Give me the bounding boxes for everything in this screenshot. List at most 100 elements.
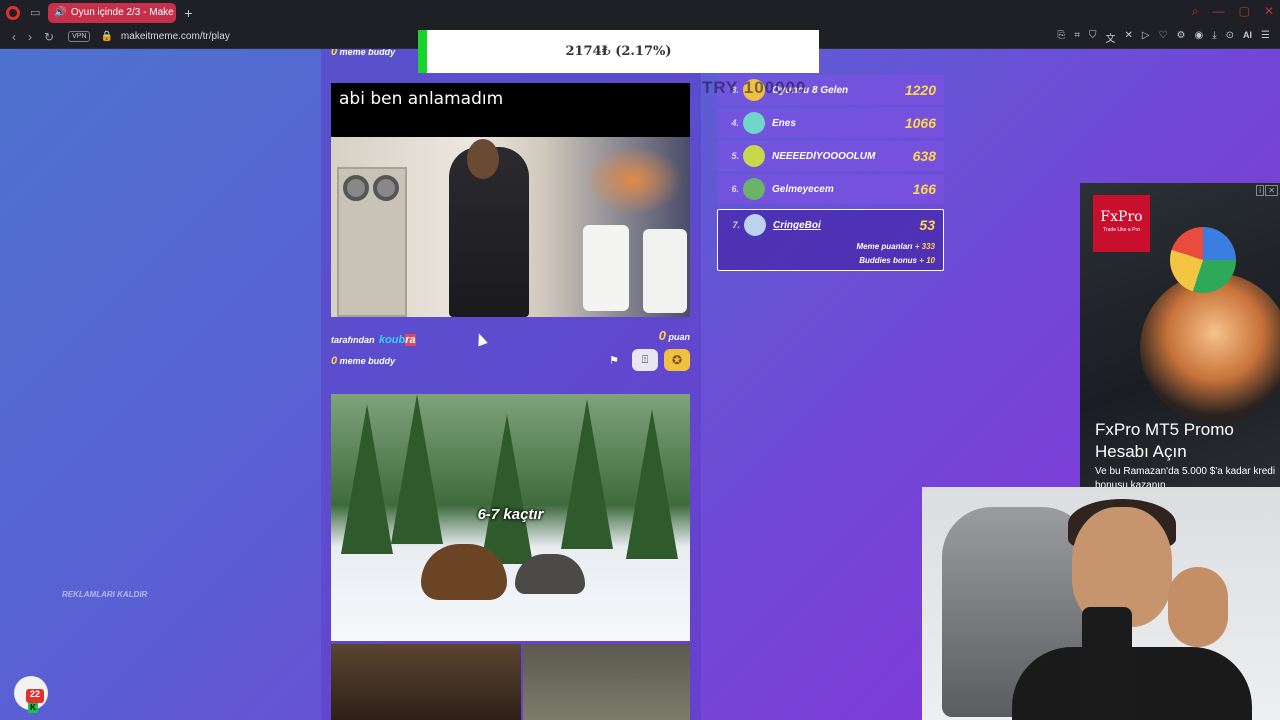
advertisement[interactable]: FxPro Trade Like a Pro i ✕ FxPro MT5 Pro…	[1080, 183, 1280, 487]
buddies-label: Buddies bonus	[859, 256, 917, 265]
lock-icon[interactable]: 🔒	[100, 31, 112, 42]
window-controls: ⌕ — ▢ ✕	[1192, 4, 1274, 19]
ad-logo-text: FxPro	[1100, 209, 1143, 225]
meme-1-meta: tarafından koubra 0 puan	[331, 328, 690, 346]
translate-icon[interactable]: 文	[1105, 30, 1115, 45]
user-avatar	[743, 145, 765, 167]
leaderboard-row: 4. Enes 1066	[717, 108, 944, 138]
close-small-icon[interactable]: ✕	[1124, 30, 1132, 45]
meme-card-3-left[interactable]	[331, 644, 521, 720]
snapshot-icon[interactable]: ⌗	[1074, 30, 1080, 45]
leaderboard-row: 6. Gelmeyecem 166	[717, 174, 944, 204]
new-tab-button[interactable]: +	[184, 5, 192, 21]
scene-head	[467, 139, 499, 179]
buddy-label: meme buddy	[339, 356, 396, 366]
tab-list-icon[interactable]: ▭	[30, 6, 40, 19]
extension-toolbar: ⎘ ⌗ ⛉ 文 ✕ ▷ ♡ ⚙ ◉ ⤓ ⊙ AI ☰	[1057, 30, 1270, 45]
remove-ads-link[interactable]: REKLAMLARI KALDIR	[62, 590, 147, 599]
star-icon: ✪	[671, 353, 683, 367]
forward-icon[interactable]: ›	[28, 30, 32, 44]
user-avatar	[743, 112, 765, 134]
heart-icon[interactable]: ♡	[1159, 30, 1168, 45]
ad-title: FxPro MT5 Promo Hesabı Açın	[1095, 420, 1234, 461]
lb-rank: 4.	[731, 118, 739, 128]
scene-wolf	[515, 554, 585, 594]
scene-chair	[583, 225, 629, 311]
ad-pie-image	[1170, 227, 1236, 293]
opera-logo-icon[interactable]	[6, 5, 20, 20]
url-field[interactable]: makeitmeme.com/tr/play	[121, 31, 230, 42]
meme-card-1[interactable]: abi ben anlamadım	[331, 83, 690, 317]
ai-button[interactable]: AI	[1243, 30, 1252, 45]
scene-reel	[373, 175, 399, 201]
top-meme-buddy: 0 meme buddy	[331, 49, 395, 58]
extensions-icon[interactable]: ⚙	[1177, 30, 1186, 45]
lb-name: CringeBoi	[773, 219, 821, 231]
play-icon[interactable]: ▷	[1142, 30, 1150, 45]
scene-tree	[481, 414, 533, 564]
vpn-badge[interactable]: VPN	[68, 31, 91, 42]
donation-progress-bar: 2174₺ (2.17%)	[418, 30, 819, 73]
leaderboard-row: 5. NEEEEDİYOOOOLUM 638	[717, 141, 944, 171]
meme-2-caption: 6-7 kaçtır	[477, 506, 544, 523]
points-label: puan	[668, 332, 691, 342]
camera-icon[interactable]: ⊙	[1226, 30, 1234, 45]
lb-score: 53	[919, 217, 935, 233]
tab-title: Oyun içinde 2/3 - Make	[70, 7, 174, 18]
page-content: REKLAMLARI KALDIR 0 meme buddy abi ben a…	[0, 49, 1280, 720]
progress-text: 2174₺ (2.17%)	[565, 44, 672, 59]
widget-k-icon: K	[28, 703, 38, 713]
lb-score: 1220	[904, 82, 936, 98]
speaker-icon[interactable]: 🔊	[54, 7, 66, 18]
by-label: tarafından	[331, 335, 375, 345]
ad-info-icon[interactable]: i	[1256, 185, 1264, 196]
bookmark-icon[interactable]: ⎘	[1057, 30, 1065, 45]
lb-score: 1066	[904, 115, 936, 131]
save-icon: ⍐	[641, 353, 649, 366]
avatar-icon[interactable]: ◉	[1194, 30, 1203, 45]
meme-card-3-right[interactable]	[523, 644, 690, 720]
lb-name: Enes	[772, 117, 796, 129]
scene-tree	[341, 404, 393, 554]
back-icon[interactable]: ‹	[12, 30, 16, 44]
scene-fireplace	[583, 145, 683, 215]
ad-close-icon[interactable]: ✕	[1265, 185, 1278, 196]
minimize-icon[interactable]: —	[1213, 4, 1225, 19]
favorite-button[interactable]: ✪	[664, 349, 690, 371]
meme-points-label: Meme puanları	[856, 242, 913, 251]
close-icon[interactable]: ✕	[1264, 4, 1274, 19]
lb-rank: 7.	[732, 220, 740, 230]
save-meme-button[interactable]: ⍐	[632, 349, 658, 371]
meme-1-points: 0 puan	[659, 328, 690, 343]
active-tab[interactable]: 🔊 Oyun içinde 2/3 - Make	[48, 2, 177, 23]
meme-1-caption: abi ben anlamadım	[339, 89, 504, 109]
buddies-value: + 10	[919, 256, 935, 265]
streamer-shirt	[1012, 647, 1252, 720]
user-avatar	[743, 178, 765, 200]
report-flag-icon[interactable]: ⚑	[609, 354, 619, 367]
meme-points-value: + 333	[914, 242, 935, 251]
points-value: 0	[658, 328, 666, 343]
microphone	[1082, 607, 1132, 720]
menu-icon[interactable]: ☰	[1261, 30, 1270, 45]
meme-1-image	[331, 137, 690, 317]
lb-score: 638	[912, 148, 936, 164]
user-avatar	[744, 214, 766, 236]
widget-badge: 22	[26, 689, 44, 703]
scene-chair	[643, 229, 687, 313]
lb-rank: 6.	[731, 184, 739, 194]
top-buddy-value: 0	[331, 49, 338, 58]
search-icon[interactable]: ⌕	[1192, 4, 1199, 19]
ad-logo-sub: Trade Like a Pro	[1103, 227, 1140, 233]
meme-author[interactable]: koubra	[379, 334, 416, 346]
maximize-icon[interactable]: ▢	[1239, 4, 1250, 19]
meme-card-2[interactable]: 6-7 kaçtır	[331, 394, 690, 641]
buddy-value: 0	[331, 355, 338, 367]
author-part-highlight: ra	[405, 334, 416, 346]
download-icon[interactable]: ⤓	[1212, 30, 1216, 45]
browser-titlebar: ▭ 🔊 Oyun içinde 2/3 - Make + ⌕ — ▢ ✕	[0, 0, 1280, 25]
shield-icon[interactable]: ⛉	[1089, 30, 1097, 45]
reload-icon[interactable]: ↻	[44, 30, 54, 44]
lb-name: Gelmeyecem	[772, 183, 834, 195]
top-buddy-label: meme buddy	[339, 49, 396, 57]
